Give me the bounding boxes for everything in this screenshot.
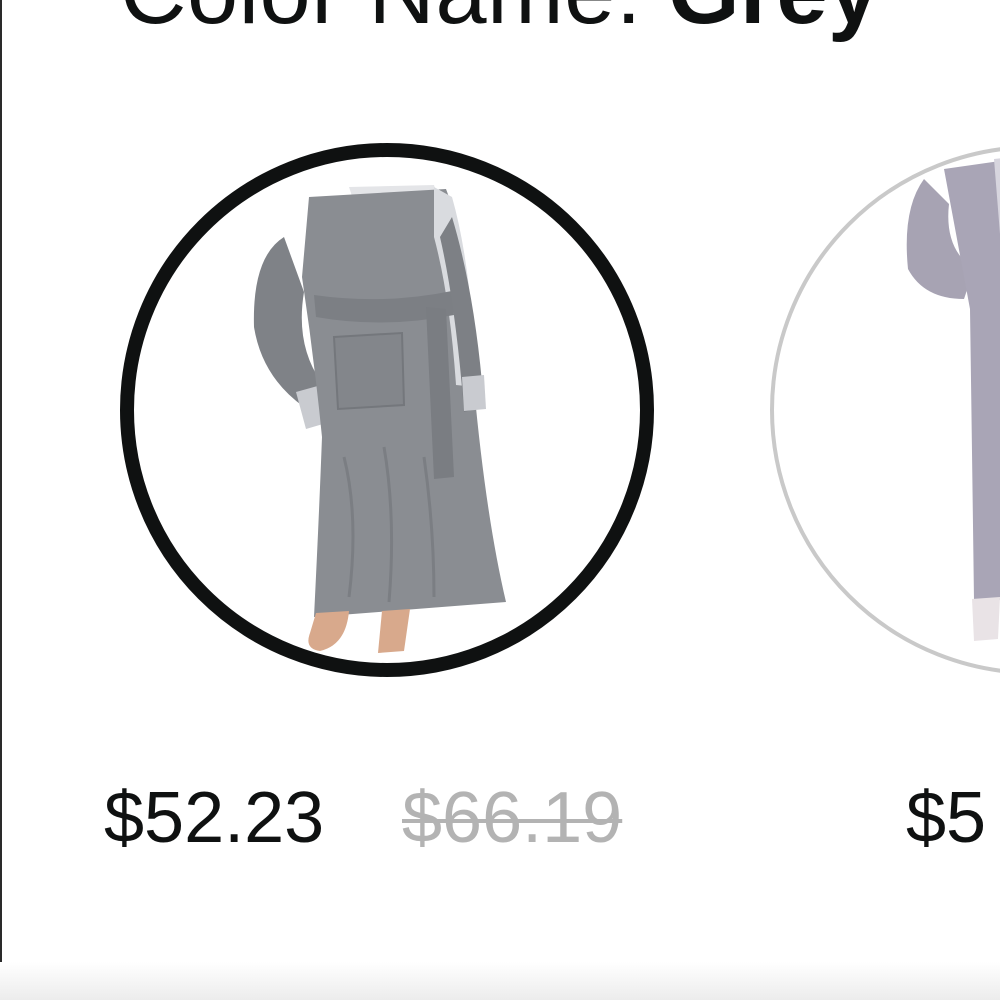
swatch-1-list-price: $66.19 [402, 778, 623, 858]
lavender-grey-robe-image [906, 158, 1000, 641]
color-name-heading: Color Name: Grey [120, 0, 880, 42]
grey-robe-image [253, 185, 506, 653]
bottom-divider-shade [0, 962, 1000, 1000]
swatch-1-price: $52.23 [104, 778, 325, 858]
color-name-label: Color Name: [120, 0, 642, 43]
product-variation-page: Color Name: Grey [0, 0, 1000, 1000]
color-swatch-2[interactable] [770, 145, 1000, 675]
selected-color-value: Grey [668, 0, 880, 43]
swatch-2-price: $5 [906, 778, 987, 858]
color-swatch-grey[interactable] [120, 143, 654, 677]
window-edge [0, 0, 2, 1000]
